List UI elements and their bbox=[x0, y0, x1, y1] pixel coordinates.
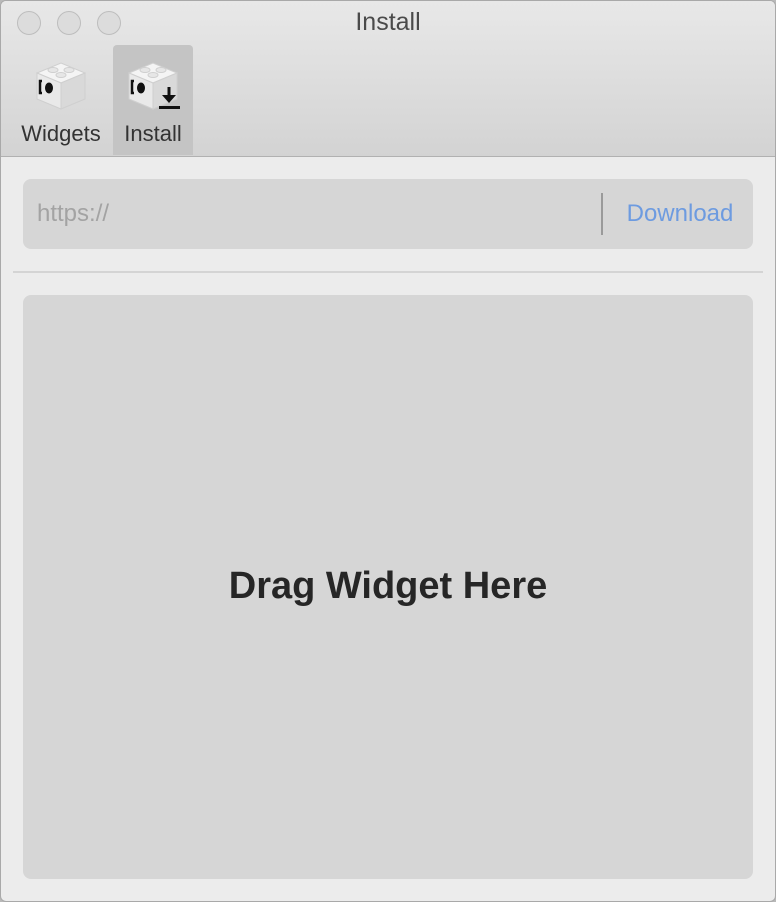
title-bar: Install Widgets Install bbox=[1, 1, 775, 157]
toolbar-label-widgets: Widgets bbox=[21, 121, 101, 146]
toolbar-item-widgets[interactable]: Widgets bbox=[13, 45, 109, 155]
separator bbox=[13, 271, 763, 273]
drop-zone-label: Drag Widget Here bbox=[228, 565, 548, 607]
install-window: Install Widgets Install https:// Downloa… bbox=[0, 0, 776, 902]
download-button[interactable]: Download bbox=[611, 195, 749, 233]
install-icon bbox=[127, 62, 180, 110]
url-input[interactable] bbox=[37, 197, 597, 231]
window-title: Install bbox=[355, 8, 421, 36]
toolbar-label-install: Install bbox=[124, 121, 182, 146]
widget-drop-zone[interactable]: Drag Widget Here bbox=[23, 295, 753, 879]
url-divider bbox=[601, 193, 603, 235]
url-bar: Download bbox=[23, 179, 753, 249]
toolbar-item-install[interactable]: Install bbox=[113, 45, 193, 155]
widgets-icon bbox=[35, 62, 87, 110]
